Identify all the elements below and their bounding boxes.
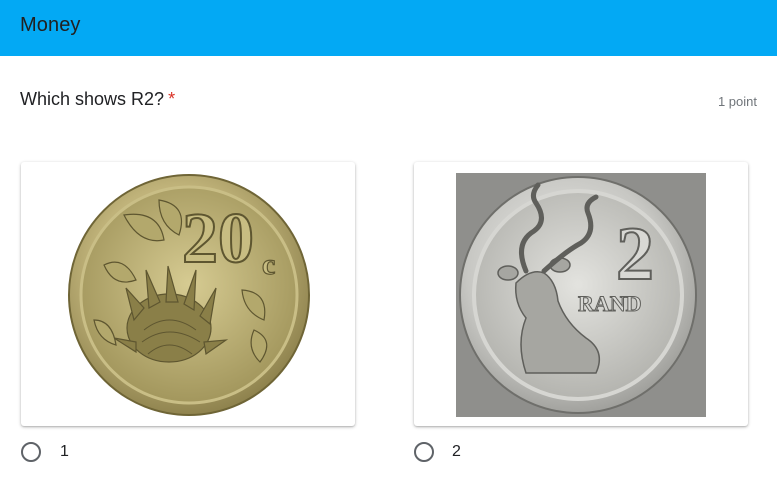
option-2-image-card[interactable]: 2 RAND	[414, 162, 748, 426]
option-2-radio[interactable]	[414, 442, 434, 462]
option-1-label: 1	[60, 443, 69, 460]
coin-r2-unit-text: RAND	[578, 291, 642, 316]
form-title: Money	[20, 14, 81, 36]
required-asterisk: *	[168, 89, 176, 109]
coin-20c-protea-icon: 20 c	[68, 174, 310, 416]
option-2-label: 2	[452, 443, 461, 460]
form-header-bar: Money	[0, 0, 777, 56]
coin-r2-kudu-icon: 2 RAND	[456, 173, 706, 417]
coin-20c-value-text: 20	[182, 198, 254, 278]
option-1-radio[interactable]	[21, 442, 41, 462]
coin-20c-unit-text: c	[262, 248, 275, 281]
coin-r2-value-text: 2	[616, 212, 654, 296]
question-text: Which shows R2?	[20, 89, 165, 109]
question-title: Which shows R2? *	[20, 89, 175, 110]
points-label: 1 point	[717, 94, 757, 109]
option-1-image-card[interactable]: 20 c	[21, 162, 355, 426]
